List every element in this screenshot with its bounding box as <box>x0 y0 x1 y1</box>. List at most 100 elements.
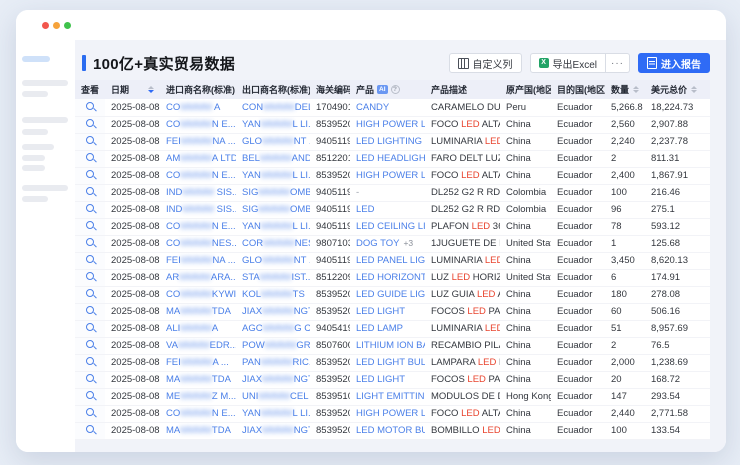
importer-link[interactable]: COMMMMN E... <box>160 405 236 422</box>
exporter-link[interactable]: PANMMMMRIC... <box>236 354 310 371</box>
view-search-icon[interactable] <box>86 391 94 399</box>
view-cell[interactable] <box>75 371 105 388</box>
product-link[interactable]: LED PANEL LIG+1 <box>350 252 425 269</box>
exporter-link[interactable]: JIAXMMMMNGT... <box>236 303 310 320</box>
zoom-window-icon[interactable] <box>64 22 71 29</box>
view-search-icon[interactable] <box>86 221 94 229</box>
exporter-link[interactable]: CORMMMMNES... <box>236 235 310 252</box>
view-search-icon[interactable] <box>86 408 94 416</box>
view-search-icon[interactable] <box>86 238 94 246</box>
view-search-icon[interactable] <box>86 323 94 331</box>
product-link[interactable]: DOG TOY+3 <box>350 235 425 252</box>
col-header-usd_total[interactable]: 美元总价 <box>645 80 710 99</box>
view-cell[interactable] <box>75 405 105 422</box>
custom-columns-button[interactable]: 自定义列 <box>449 53 522 73</box>
view-cell[interactable] <box>75 235 105 252</box>
importer-link[interactable]: FEIMMMMA ... <box>160 354 236 371</box>
view-cell[interactable] <box>75 303 105 320</box>
importer-link[interactable]: MEMMMMZ M... <box>160 388 236 405</box>
sidebar-item-placeholder[interactable] <box>22 91 48 97</box>
view-cell[interactable] <box>75 184 105 201</box>
view-cell[interactable] <box>75 286 105 303</box>
product-link[interactable]: LIGHT EMITTIN+1 <box>350 388 425 405</box>
view-search-icon[interactable] <box>86 374 94 382</box>
product-link[interactable]: LED LIGHT <box>350 371 425 388</box>
view-cell[interactable] <box>75 116 105 133</box>
exporter-link[interactable]: CONMMMMDEL ... <box>236 99 310 116</box>
exporter-link[interactable]: JIAXMMMMNGT... <box>236 422 310 439</box>
view-cell[interactable] <box>75 201 105 218</box>
enter-report-button[interactable]: 进入报告 <box>638 53 710 73</box>
view-cell[interactable] <box>75 150 105 167</box>
exporter-link[interactable]: AGCMMMMG C... <box>236 320 310 337</box>
sidebar-item-placeholder[interactable] <box>22 80 68 86</box>
product-link[interactable]: LED MOTOR BULB <box>350 422 425 439</box>
product-link[interactable]: LED LIGHT <box>350 303 425 320</box>
product-link[interactable]: LED LIGHT BULB <box>350 354 425 371</box>
exporter-link[interactable]: YANMMMML LI... <box>236 116 310 133</box>
info-icon[interactable]: ? <box>391 85 400 94</box>
product-link[interactable]: LITHIUM ION BATTE <box>350 337 425 354</box>
importer-link[interactable]: FEIMMMMNA ... <box>160 252 236 269</box>
exporter-link[interactable]: JIAXMMMMNGT... <box>236 371 310 388</box>
product-link[interactable]: - <box>350 184 425 201</box>
importer-link[interactable]: INDMMMM SIS... <box>160 184 236 201</box>
product-link[interactable]: CANDY <box>350 99 425 116</box>
importer-link[interactable]: MAMMMMTDA <box>160 371 236 388</box>
sidebar-item-placeholder[interactable] <box>22 196 48 202</box>
importer-link[interactable]: COMMMM A <box>160 99 236 116</box>
sidebar-item-placeholder[interactable] <box>22 144 54 150</box>
col-header-exporter[interactable]: 出口商名称(标准) <box>236 80 310 99</box>
col-header-date[interactable]: 日期 <box>105 80 160 99</box>
sidebar-item-placeholder[interactable] <box>22 117 68 123</box>
importer-link[interactable]: INDMMMM SIS... <box>160 201 236 218</box>
exporter-link[interactable]: GLOMMMMNT ... <box>236 133 310 150</box>
product-link[interactable]: LED <box>350 201 425 218</box>
importer-link[interactable]: MAMMMMTDA <box>160 303 236 320</box>
view-cell[interactable] <box>75 99 105 116</box>
importer-link[interactable]: AMMMMMA LTDA <box>160 150 236 167</box>
view-search-icon[interactable] <box>86 204 94 212</box>
view-cell[interactable] <box>75 269 105 286</box>
view-cell[interactable] <box>75 167 105 184</box>
importer-link[interactable]: COMMMMN E... <box>160 218 236 235</box>
exporter-link[interactable]: GLOMMMMNT ... <box>236 252 310 269</box>
view-cell[interactable] <box>75 422 105 439</box>
importer-link[interactable]: MAMMMMTDA <box>160 422 236 439</box>
exporter-link[interactable]: POWMMMMGR... <box>236 337 310 354</box>
view-search-icon[interactable] <box>86 357 94 365</box>
product-link[interactable]: LED GUIDE LIGHT T <box>350 286 425 303</box>
view-search-icon[interactable] <box>86 425 94 433</box>
view-cell[interactable] <box>75 354 105 371</box>
col-header-importer[interactable]: 进口商名称(标准) <box>160 80 236 99</box>
export-excel-button[interactable]: X 导出Excel <box>530 53 606 73</box>
importer-link[interactable]: COMMMMN E... <box>160 167 236 184</box>
product-link[interactable]: LED HEADLIGHT <box>350 150 425 167</box>
view-search-icon[interactable] <box>86 306 94 314</box>
view-search-icon[interactable] <box>86 255 94 263</box>
view-search-icon[interactable] <box>86 340 94 348</box>
importer-link[interactable]: ARMMMMARA... <box>160 269 236 286</box>
view-cell[interactable] <box>75 320 105 337</box>
sort-toggle-icon[interactable] <box>691 86 697 94</box>
exporter-link[interactable]: YANMMMML LI... <box>236 167 310 184</box>
sort-toggle-icon[interactable] <box>148 86 154 94</box>
importer-link[interactable]: FEIMMMMNA ... <box>160 133 236 150</box>
exporter-link[interactable]: YANMMMML LI... <box>236 405 310 422</box>
exporter-link[interactable]: SIGMMMMOMB... <box>236 184 310 201</box>
importer-link[interactable]: VAMMMMEDR... <box>160 337 236 354</box>
minimize-window-icon[interactable] <box>53 22 60 29</box>
view-search-icon[interactable] <box>86 170 94 178</box>
view-search-icon[interactable] <box>86 289 94 297</box>
sort-toggle-icon[interactable] <box>633 86 639 94</box>
view-search-icon[interactable] <box>86 136 94 144</box>
view-search-icon[interactable] <box>86 119 94 127</box>
sidebar-item-placeholder[interactable] <box>22 165 45 171</box>
view-search-icon[interactable] <box>86 187 94 195</box>
sidebar-item-placeholder[interactable] <box>22 185 68 191</box>
sidebar-item-placeholder[interactable] <box>22 155 45 161</box>
view-search-icon[interactable] <box>86 272 94 280</box>
view-cell[interactable] <box>75 252 105 269</box>
product-link[interactable]: LED CEILING LIGHT <box>350 218 425 235</box>
importer-link[interactable]: COMMMMN E... <box>160 116 236 133</box>
